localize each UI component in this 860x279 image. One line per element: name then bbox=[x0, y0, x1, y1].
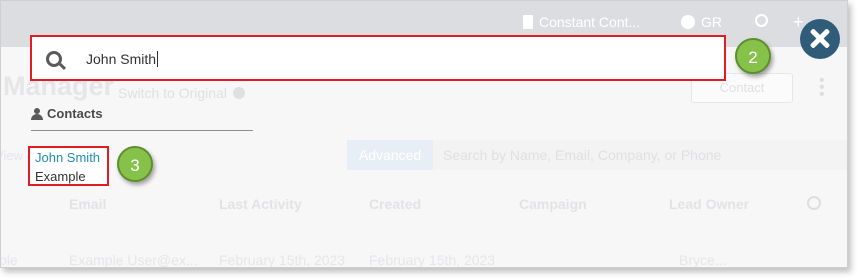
step-callout-3: 3 bbox=[117, 146, 153, 182]
column-header-last-activity[interactable]: Last Activity bbox=[219, 196, 302, 212]
cell-email: Example User@ex... bbox=[69, 252, 198, 268]
result-contact-name[interactable]: John Smith bbox=[35, 150, 100, 165]
user-icon bbox=[681, 15, 695, 29]
text-caret bbox=[157, 51, 159, 67]
search-icon bbox=[755, 14, 768, 27]
switch-to-original-link[interactable]: Switch to Original bbox=[118, 85, 245, 101]
close-search-button[interactable] bbox=[800, 19, 840, 59]
top-search-button[interactable] bbox=[755, 14, 768, 27]
cell-created: February 15th, 2023 bbox=[369, 252, 496, 268]
table-header: Email Last Activity Created Campaign Lea… bbox=[1, 189, 847, 219]
account-menu[interactable]: Constant Cont... bbox=[523, 14, 640, 30]
user-menu[interactable]: GR bbox=[681, 14, 722, 30]
building-icon bbox=[523, 15, 533, 29]
cell-last-activity: February 15th, 2023 bbox=[219, 252, 346, 268]
search-input-value: John Smith bbox=[86, 51, 159, 67]
search-result-item[interactable]: John Smith Example bbox=[28, 146, 109, 186]
account-label: Constant Cont... bbox=[539, 14, 641, 30]
info-icon bbox=[232, 87, 245, 99]
person-icon bbox=[31, 108, 43, 120]
switch-link-label: Switch to Original bbox=[118, 85, 227, 101]
contact-button-label: Contact bbox=[719, 80, 765, 95]
global-search-input[interactable]: John Smith bbox=[30, 35, 726, 81]
kebab-menu-icon[interactable]: • • • bbox=[819, 73, 825, 103]
user-initials: GR bbox=[701, 14, 722, 30]
column-header-email[interactable]: Email bbox=[69, 196, 106, 212]
advanced-button[interactable]: Advanced bbox=[347, 140, 433, 170]
gear-icon[interactable] bbox=[807, 196, 821, 210]
cell-lead-owner: Bryce... bbox=[679, 252, 727, 268]
contacts-section-header: Contacts bbox=[31, 106, 253, 131]
search-value-text: John Smith bbox=[86, 51, 157, 67]
screenshot-frame: Constant Cont... GR + Manager Switch to … bbox=[0, 0, 848, 268]
contacts-section-label: Contacts bbox=[47, 106, 103, 121]
cell-name: ple bbox=[0, 252, 18, 268]
result-contact-company: Example bbox=[35, 169, 86, 184]
step-callout-2: 2 bbox=[735, 38, 771, 74]
view-label: View bbox=[1, 148, 23, 163]
column-header-created[interactable]: Created bbox=[369, 196, 421, 212]
search-icon bbox=[46, 51, 62, 67]
column-header-lead-owner[interactable]: Lead Owner bbox=[669, 196, 749, 212]
contacts-search-input[interactable]: Search by Name, Email, Company, or Phone bbox=[433, 140, 847, 170]
column-header-campaign[interactable]: Campaign bbox=[519, 196, 587, 212]
